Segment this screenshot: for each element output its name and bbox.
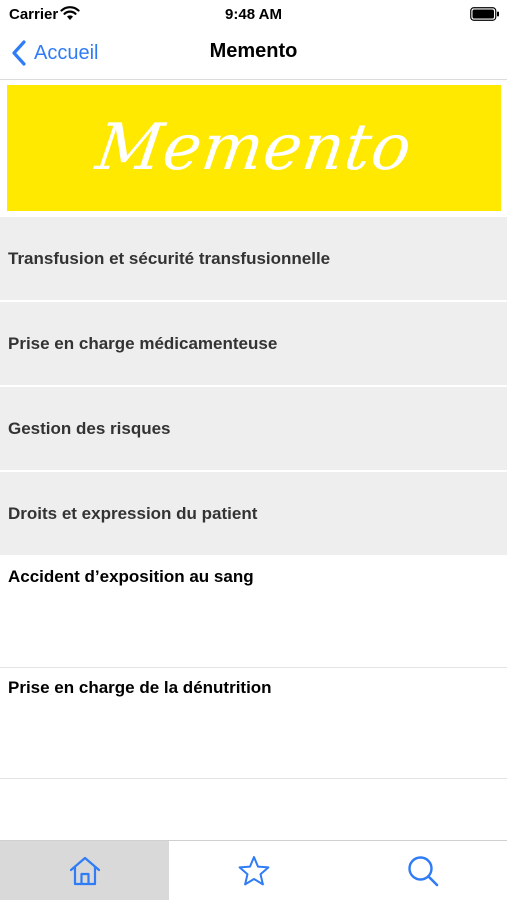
memento-list: Transfusion et sécurité transfusionnelle… bbox=[0, 217, 507, 779]
list-item-label: Transfusion et sécurité transfusionnelle bbox=[8, 248, 331, 268]
list-item-label: Accident d’exposition au sang bbox=[8, 567, 254, 586]
list-item-label: Prise en charge médicamenteuse bbox=[8, 333, 278, 353]
tab-search[interactable] bbox=[338, 841, 507, 900]
banner-logo-text: Memento bbox=[91, 111, 417, 185]
list-item[interactable]: Prise en charge médicamenteuse bbox=[0, 302, 507, 387]
list-item-label: Droits et expression du patient bbox=[8, 503, 258, 523]
search-icon bbox=[407, 856, 438, 887]
memento-banner: Memento bbox=[7, 85, 501, 211]
tab-favorites[interactable] bbox=[169, 841, 338, 900]
list-item[interactable]: Droits et expression du patient bbox=[0, 472, 507, 557]
list-item-label: Prise en charge de la dénutrition bbox=[8, 678, 272, 697]
list-item-label: Gestion des risques bbox=[8, 418, 171, 438]
battery-icon bbox=[470, 7, 499, 21]
navigation-bar: Accueil Memento bbox=[0, 28, 507, 80]
list-item[interactable]: Accident d’exposition au sang bbox=[0, 557, 507, 668]
status-time: 9:48 AM bbox=[225, 6, 282, 23]
tab-home[interactable] bbox=[0, 841, 169, 900]
home-icon bbox=[69, 856, 100, 886]
star-icon bbox=[238, 856, 269, 886]
tab-bar bbox=[0, 840, 507, 900]
status-bar: Carrier 9:48 AM bbox=[0, 0, 507, 28]
list-item[interactable]: Gestion des risques bbox=[0, 387, 507, 472]
list-item[interactable]: Prise en charge de la dénutrition bbox=[0, 668, 507, 779]
page-title: Memento bbox=[209, 40, 298, 62]
list-item[interactable]: Transfusion et sécurité transfusionnelle bbox=[0, 217, 507, 302]
